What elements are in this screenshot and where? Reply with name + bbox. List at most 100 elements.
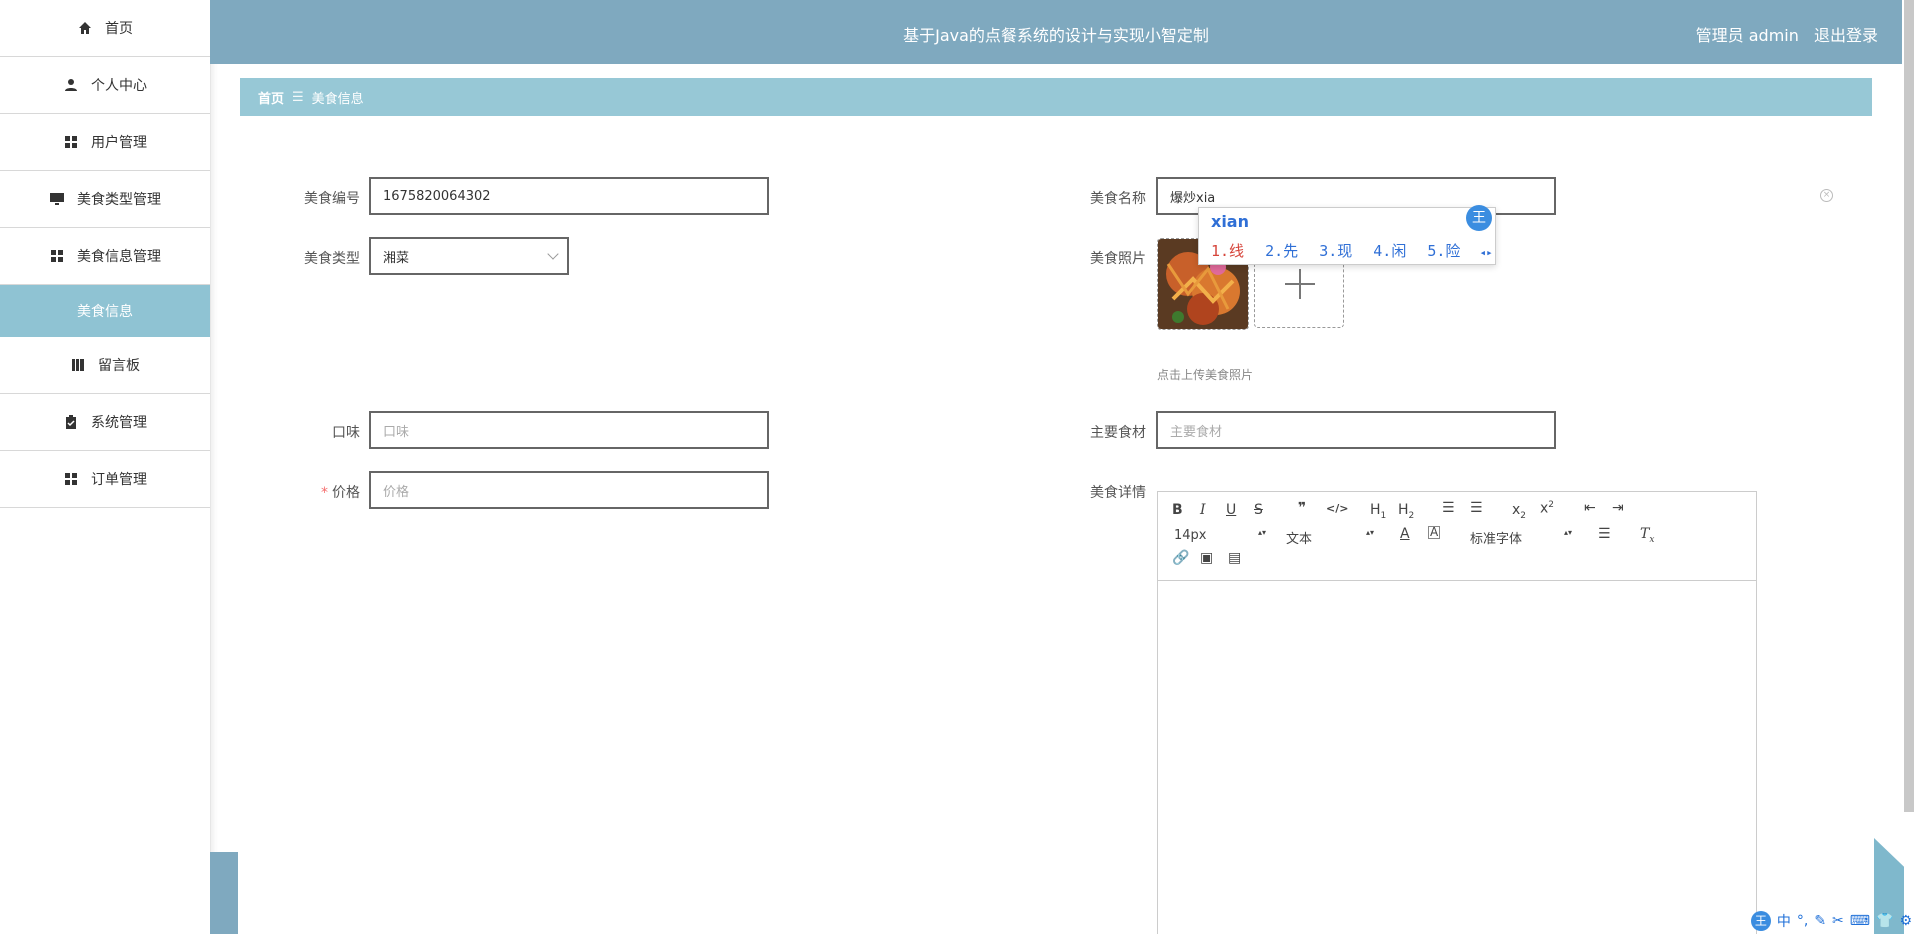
settings-icon[interactable]: ⚙ [1899, 913, 1912, 929]
text-type-select[interactable]: 文本 [1286, 528, 1372, 547]
breadcrumb-home[interactable]: 首页 [258, 88, 284, 107]
ime-candidate-popup: xian 1.线 2.先 3.现 4.闲 5.险 ◂▸ [1198, 207, 1496, 265]
ime-candidate[interactable]: 4.闲 [1373, 242, 1406, 260]
ime-candidate[interactable]: 3.现 [1319, 242, 1352, 260]
sidebar-item-label: 留言板 [98, 358, 140, 374]
food-type-label: 美食类型 [304, 251, 360, 267]
underline-icon[interactable]: U [1226, 502, 1236, 518]
sidebar-item-label: 美食类型管理 [77, 192, 161, 208]
ime-logo-icon[interactable]: 王 [1750, 911, 1771, 931]
sidebar-item-profile[interactable]: 个人中心 [0, 57, 210, 114]
quote-icon[interactable]: ❞ [1298, 500, 1306, 516]
ime-lang-toggle[interactable]: 中 [1777, 911, 1791, 931]
sidebar-item-system[interactable]: 系统管理 [0, 394, 210, 451]
sidebar-item-messages[interactable]: 留言板 [0, 337, 210, 394]
font-family-select[interactable]: 标准字体 [1470, 528, 1570, 547]
sidebar-item-users[interactable]: 用户管理 [0, 114, 210, 171]
strike-icon[interactable]: S [1254, 502, 1263, 518]
vertical-scrollbar[interactable] [1904, 0, 1914, 812]
ime-page-arrows-icon[interactable]: ◂▸ [1479, 246, 1492, 259]
editor-toolbar: B I U S ❞ </> H1 H2 ☰ ☰ x2 x2 ⇤ ⇥ 14px 文… [1158, 492, 1756, 581]
ime-pinyin: xian [1211, 212, 1249, 231]
food-type-select[interactable]: 湘菜 [369, 237, 569, 275]
sidebar-item-home[interactable]: 首页 [0, 0, 210, 57]
sidebar-item-label: 订单管理 [91, 472, 147, 488]
price-label-text: 价格 [332, 485, 360, 501]
sidebar-subitem-food-info[interactable]: 美食信息 [0, 285, 210, 337]
sidebar-item-label: 个人中心 [91, 78, 147, 94]
user-icon [63, 77, 79, 93]
bullet-list-icon[interactable]: ☰ [1470, 500, 1483, 516]
sidebar-item-food-type[interactable]: 美食类型管理 [0, 171, 210, 228]
grid-icon [63, 134, 79, 150]
video-icon[interactable]: ▤ [1228, 550, 1241, 566]
font-color-icon[interactable]: A [1400, 526, 1410, 542]
sidebar-item-label: 系统管理 [91, 415, 147, 431]
app-title: 基于Java的点餐系统的设计与实现小智定制 [903, 26, 1209, 45]
sidebar-item-food-info[interactable]: 美食信息管理 [0, 228, 210, 285]
ingredients-input[interactable]: 主要食材 [1156, 411, 1556, 449]
background-color-icon[interactable]: A [1428, 526, 1441, 539]
breadcrumb: 首页 ☰ 美食信息 [240, 78, 1872, 116]
sidebar-item-label: 美食信息管理 [77, 249, 161, 265]
plus-icon-vertical [1299, 269, 1301, 299]
keyboard-icon[interactable]: ⌨ [1850, 913, 1870, 929]
top-header: 基于Java的点餐系统的设计与实现小智定制 管理员 admin 退出登录 [210, 0, 1902, 64]
logout-link[interactable]: 退出登录 [1814, 26, 1878, 45]
clear-icon[interactable]: × [1820, 189, 1833, 202]
font-size-select[interactable]: 14px [1174, 528, 1263, 543]
food-no-label: 美食编号 [304, 191, 360, 207]
pen-icon[interactable]: ✎ [1814, 913, 1826, 929]
price-input[interactable]: 价格 [369, 471, 769, 509]
monitor-icon [49, 191, 65, 207]
rich-text-editor: B I U S ❞ </> H1 H2 ☰ ☰ x2 x2 ⇤ ⇥ 14px 文… [1157, 491, 1757, 934]
h1-icon[interactable]: H1 [1370, 502, 1386, 521]
bold-icon[interactable]: B [1172, 502, 1183, 518]
h2-icon[interactable]: H2 [1398, 502, 1414, 521]
skin-icon[interactable]: 👕 [1876, 913, 1893, 929]
taste-input[interactable]: 口味 [369, 411, 769, 449]
sidebar-item-label: 首页 [105, 21, 133, 37]
code-icon[interactable]: </> [1326, 502, 1348, 515]
decoration-left [210, 852, 238, 934]
home-icon [77, 20, 93, 36]
ordered-list-icon[interactable]: ☰ [1442, 500, 1455, 516]
clear-format-icon[interactable]: Tx [1640, 526, 1654, 545]
superscript-icon[interactable]: x2 [1540, 500, 1554, 517]
clipboard-icon [63, 414, 79, 430]
sidebar-item-label: 用户管理 [91, 135, 147, 151]
food-no-input[interactable]: 1675820064302 [369, 177, 769, 215]
breadcrumb-separator: ☰ [292, 89, 304, 105]
image-icon[interactable]: ▣ [1200, 550, 1213, 566]
link-icon[interactable]: 🔗 [1172, 550, 1189, 566]
ime-logo-badge: 王 [1466, 205, 1492, 231]
ime-candidate[interactable]: 1.线 [1211, 242, 1244, 260]
ime-candidates: 1.线 2.先 3.现 4.闲 5.险 ◂▸ [1211, 240, 1493, 261]
upload-hint: 点击上传美食照片 [1157, 368, 1254, 382]
align-icon[interactable]: ☰ [1598, 526, 1611, 542]
outdent-icon[interactable]: ⇤ [1584, 500, 1596, 516]
food-type-value: 湘菜 [383, 250, 410, 266]
italic-icon[interactable]: I [1200, 502, 1206, 518]
ime-candidate[interactable]: 5.险 [1427, 242, 1460, 260]
ingredients-label: 主要食材 [1090, 425, 1146, 441]
user-role: 管理员 admin [1695, 26, 1799, 45]
scissors-icon[interactable]: ✂ [1832, 913, 1844, 929]
required-mark: * [321, 485, 328, 501]
taste-label: 口味 [332, 425, 360, 441]
ime-candidate[interactable]: 2.先 [1265, 242, 1298, 260]
book-icon [70, 357, 86, 373]
grid-icon [49, 248, 65, 264]
chevron-down-icon [547, 248, 559, 260]
subscript-icon[interactable]: x2 [1512, 502, 1526, 521]
food-name-label: 美食名称 [1090, 191, 1146, 207]
indent-icon[interactable]: ⇥ [1612, 500, 1624, 516]
grid-icon [63, 471, 79, 487]
ime-toolbar: 王 中 °, ✎ ✂ ⌨ 👕 ⚙ [1712, 908, 1918, 934]
breadcrumb-current: 美食信息 [311, 91, 364, 107]
punctuation-icon[interactable]: °, [1797, 913, 1808, 929]
sidebar: 首页 个人中心 用户管理 美食类型管理 美食信息管理 美食信息 留言板 系统管理… [0, 0, 211, 934]
user-area: 管理员 admin 退出登录 [1686, 22, 1878, 46]
sidebar-item-orders[interactable]: 订单管理 [0, 451, 210, 508]
sidebar-subitem-label: 美食信息 [77, 304, 133, 320]
